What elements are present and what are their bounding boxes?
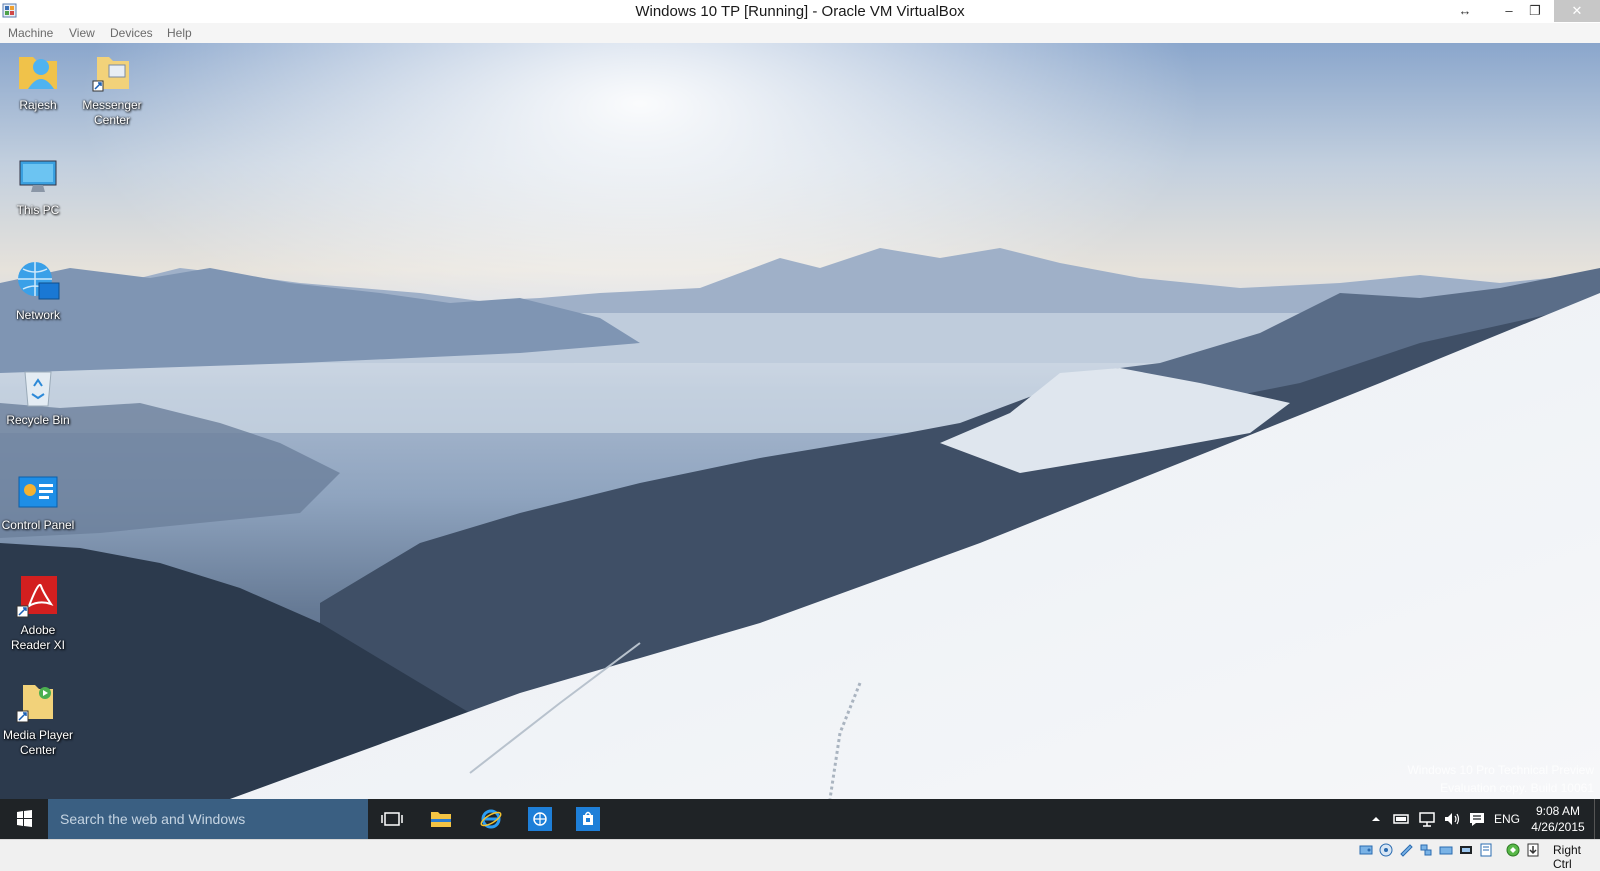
minimize-button[interactable]: – <box>1496 0 1522 22</box>
desktop-icon-adobe-reader[interactable]: Adobe Reader XI <box>0 574 76 653</box>
watermark-line1: Windows 10 Pro Technical Preview <box>1407 763 1594 777</box>
network-globe-icon <box>18 262 60 300</box>
shared-folders-icon[interactable] <box>1459 843 1473 857</box>
wallpaper-mountains <box>0 43 1600 799</box>
host-key-label: Right Ctrl <box>1553 843 1582 871</box>
watermark-line2: Evaluation copy. Build 10061 <box>1440 781 1594 795</box>
clock-date: 4/26/2015 <box>1531 820 1585 834</box>
window-title-bar: Windows 10 TP [Running] - Oracle VM Virt… <box>0 0 1600 24</box>
optical-drive-icon[interactable] <box>1379 843 1393 857</box>
adobe-reader-icon <box>16 576 57 618</box>
display-icon[interactable] <box>1479 843 1493 857</box>
icon-label: Media Player <box>2 728 74 742</box>
maximize-button[interactable]: ❐ <box>1522 0 1548 22</box>
show-desktop-button[interactable] <box>1594 799 1600 839</box>
icon-label: Adobe <box>20 623 56 637</box>
resize-icon[interactable]: ↔ <box>1452 0 1478 22</box>
icon-label: Recycle Bin <box>6 413 70 427</box>
desktop-icon-media-player-center[interactable]: Media Player Center <box>0 679 76 758</box>
user-folder-icon <box>19 57 57 89</box>
store-icon[interactable] <box>576 807 600 831</box>
control-panel-icon <box>18 476 58 508</box>
menu-machine[interactable]: Machine <box>8 26 53 40</box>
window-title: Windows 10 TP [Running] - Oracle VM Virt… <box>635 3 965 20</box>
icon-label: Network <box>15 308 60 322</box>
desktop-icon-this-pc[interactable]: This PC <box>0 154 76 218</box>
icon-label: Rajesh <box>19 98 57 112</box>
hard-disk-icon[interactable] <box>1359 843 1373 857</box>
folder-shortcut-icon <box>92 57 129 92</box>
vm-status-bar: Right Ctrl <box>0 839 1600 871</box>
desktop-icon-messenger-center[interactable]: Messenger Center <box>74 49 150 128</box>
desktop-icon-network[interactable]: Network <box>0 259 76 323</box>
icon-label-line2: Reader XI <box>10 638 66 652</box>
icon-label: Messenger <box>82 98 142 112</box>
internet-explorer-icon[interactable] <box>479 807 503 831</box>
icon-label: Control Panel <box>1 518 75 532</box>
action-center-icon[interactable] <box>1468 810 1486 828</box>
menu-view[interactable]: View <box>69 26 95 40</box>
desktop[interactable]: Rajesh Messenger Center This PC Network <box>0 43 1600 799</box>
network-adapter-icon[interactable] <box>1419 843 1433 857</box>
taskbar: Search the web and Windows ENG 9:08 AM 4 <box>0 799 1600 839</box>
clock[interactable]: 9:08 AM 4/26/2015 <box>1522 803 1594 835</box>
usb-icon[interactable] <box>1439 843 1453 857</box>
recycle-bin-icon <box>24 371 52 407</box>
clock-time: 9:08 AM <box>1535 804 1581 818</box>
desktop-icon-rajesh[interactable]: Rajesh <box>0 49 76 113</box>
mouse-integration-icon[interactable] <box>1526 843 1540 857</box>
file-explorer-icon[interactable] <box>429 807 453 831</box>
network-tray-icon[interactable] <box>1418 810 1436 828</box>
icon-label-line2: Center <box>19 743 57 757</box>
menu-bar: Machine View Devices Help <box>0 23 1600 43</box>
task-view-icon[interactable] <box>380 807 404 831</box>
media-folder-shortcut-icon <box>16 685 53 723</box>
desktop-icon-recycle-bin[interactable]: Recycle Bin <box>0 364 76 428</box>
audio-icon[interactable] <box>1399 843 1413 857</box>
icon-label-line2: Center <box>93 113 131 127</box>
search-placeholder: Search the web and Windows <box>60 811 246 827</box>
close-button[interactable]: ✕ <box>1554 0 1600 22</box>
browser-icon[interactable] <box>528 807 552 831</box>
menu-devices[interactable]: Devices <box>110 26 153 40</box>
monitor-icon <box>19 160 57 192</box>
virtualization-icon[interactable] <box>1506 843 1520 857</box>
search-box[interactable]: Search the web and Windows <box>48 799 368 839</box>
desktop-icon-control-panel[interactable]: Control Panel <box>0 469 76 533</box>
show-hidden-icons-chevron-up-icon[interactable] <box>1368 811 1384 827</box>
power-icon[interactable] <box>1392 811 1410 827</box>
evaluation-watermark: Windows 10 Pro Technical Preview Evaluat… <box>1407 761 1594 797</box>
icon-label: This PC <box>16 203 60 217</box>
menu-help[interactable]: Help <box>167 26 192 40</box>
volume-icon[interactable] <box>1443 810 1461 828</box>
start-button[interactable] <box>0 799 48 839</box>
